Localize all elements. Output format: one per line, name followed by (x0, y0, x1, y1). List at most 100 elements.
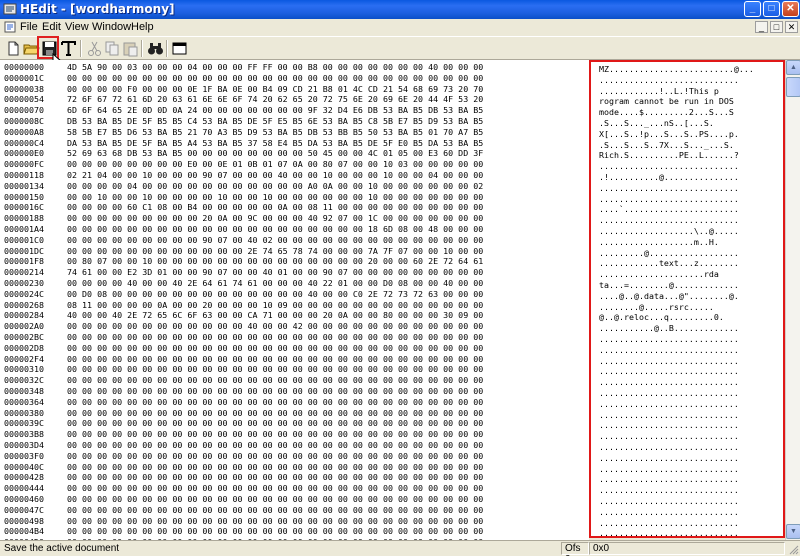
hex-bytes[interactable]: 00 00 00 00 00 00 00 00 00 90 07 00 40 0… (67, 235, 483, 246)
hex-bytes[interactable]: 00 00 00 00 00 00 00 00 00 00 00 00 00 0… (67, 440, 483, 451)
ascii-row[interactable]: ............................ (599, 366, 739, 377)
ascii-row[interactable]: ............................ (599, 399, 739, 410)
ascii-row[interactable]: ............................ (599, 485, 739, 496)
scroll-thumb[interactable] (786, 77, 800, 97)
hex-bytes[interactable]: 00 00 00 00 00 00 00 00 00 00 00 00 00 0… (67, 472, 483, 483)
hex-bytes[interactable]: 40 00 00 40 2E 72 65 6C 6F 63 00 00 CA 7… (67, 310, 483, 321)
ascii-row[interactable]: ....@..@.data...@"........@. (599, 291, 739, 302)
hex-bytes[interactable]: 00 00 00 00 00 00 00 00 00 00 00 00 00 0… (67, 73, 483, 84)
ascii-row[interactable]: ...................\..@..... (599, 226, 739, 237)
mdi-close-button[interactable]: ✕ (785, 21, 798, 33)
ascii-row[interactable]: ............................ (599, 464, 739, 475)
ascii-row[interactable]: ............................ (599, 442, 739, 453)
ascii-row[interactable]: .........@.................. (599, 248, 739, 259)
ascii-row[interactable]: ............................ (599, 388, 739, 399)
ascii-row[interactable]: ............!..L.!This p (599, 86, 719, 97)
hex-bytes[interactable]: DA 53 BA B5 DE 5F BA B5 A4 53 BA B5 37 5… (67, 138, 483, 149)
hex-bytes[interactable]: 4D 5A 90 00 03 00 00 00 04 00 00 00 FF F… (67, 62, 483, 73)
hex-bytes[interactable]: 00 00 00 00 00 00 00 00 00 00 00 00 00 0… (67, 408, 483, 419)
menu-edit[interactable]: Edit (42, 21, 61, 33)
ascii-row[interactable]: ta...=........@............. (599, 280, 739, 291)
ascii-row[interactable]: ............................ (599, 75, 739, 86)
ascii-row[interactable]: ............................ (599, 161, 739, 172)
hex-bytes[interactable]: 00 00 00 00 00 00 00 00 00 20 0A 00 9C 0… (67, 213, 483, 224)
ascii-row[interactable]: rogram cannot be run in DOS (599, 96, 739, 107)
document-icon[interactable] (4, 21, 16, 33)
ascii-row[interactable]: ............................ (599, 215, 739, 226)
hex-bytes[interactable]: 00 00 00 00 00 00 00 00 00 00 00 00 00 0… (67, 526, 483, 537)
hex-bytes[interactable]: 00 00 00 00 00 00 00 00 00 00 00 00 00 0… (67, 354, 483, 365)
ascii-row[interactable]: ............................ (599, 518, 739, 529)
ascii-row[interactable]: ............................ (599, 194, 739, 205)
ascii-row[interactable]: ...........@..B............. (599, 323, 739, 334)
hex-bytes[interactable]: 00 00 00 00 00 00 00 00 00 00 00 00 00 0… (67, 343, 483, 354)
ascii-row[interactable]: Rich.S..........PE..L......? (599, 150, 739, 161)
ascii-row[interactable]: ............................ (599, 496, 739, 507)
ascii-row[interactable]: ............................ (599, 474, 739, 485)
ascii-row[interactable]: ............................ (599, 453, 739, 464)
hex-bytes[interactable]: 00 00 00 00 00 00 00 00 00 00 00 00 2E 7… (67, 246, 483, 257)
copy-icon[interactable] (103, 39, 122, 58)
vertical-scrollbar[interactable]: ▲ ▼ (785, 60, 800, 540)
hex-view[interactable]: 00000000 4D 5A 90 00 03 00 00 00 04 00 00… (0, 60, 589, 540)
ascii-row[interactable]: .....................rda (599, 269, 719, 280)
hex-bytes[interactable]: 00 00 00 00 00 00 00 00 00 00 00 00 00 0… (67, 451, 483, 462)
ascii-row[interactable]: ............text...z........ (599, 258, 739, 269)
ascii-row[interactable]: mode....$.........2...S...S (599, 107, 734, 118)
hex-bytes[interactable]: 00 00 00 00 00 00 00 00 00 00 00 00 00 0… (67, 516, 483, 527)
hex-bytes[interactable]: 58 5B E7 B5 D6 53 BA B5 21 70 A3 B5 D9 5… (67, 127, 483, 138)
hex-bytes[interactable]: 08 11 00 00 00 00 0A 00 00 20 00 00 00 1… (67, 300, 483, 311)
cut-icon[interactable] (85, 39, 104, 58)
ascii-row[interactable]: @..@.reloc...q.........0. (599, 312, 724, 323)
ascii-row[interactable]: ........@.....rsrc..... (599, 302, 714, 313)
hex-bytes[interactable]: 00 00 00 00 F0 00 00 00 0E 1F BA 0E 00 B… (67, 84, 483, 95)
scroll-up-icon[interactable]: ▲ (786, 60, 800, 75)
ascii-row[interactable]: ............................ (599, 431, 739, 442)
hex-bytes[interactable]: 00 00 00 00 00 00 00 00 00 00 00 00 00 0… (67, 418, 483, 429)
ascii-row[interactable]: ...................m..H. (599, 237, 719, 248)
ascii-row[interactable]: .S...S..._...nS..[...S. (599, 118, 714, 129)
ascii-row[interactable]: MZ.........................@... (599, 64, 754, 75)
maximize-button[interactable]: □ (763, 1, 780, 17)
hex-bytes[interactable]: 00 00 00 00 00 00 00 00 E0 00 0E 01 0B 0… (67, 159, 483, 170)
hex-bytes[interactable]: 00 00 00 00 60 C1 08 00 B4 00 00 00 00 0… (67, 202, 483, 213)
scroll-down-icon[interactable]: ▼ (786, 524, 800, 539)
ascii-view[interactable]: MZ.........................@............… (589, 60, 785, 538)
hex-bytes[interactable]: 00 00 00 00 00 00 00 00 00 00 00 00 00 0… (67, 364, 483, 375)
resize-grip-icon[interactable] (788, 544, 799, 555)
ascii-row[interactable]: ............................ (599, 377, 739, 388)
ascii-row[interactable]: ............................ (599, 334, 739, 345)
hex-bytes[interactable]: 00 00 00 00 00 00 00 00 00 00 00 00 00 0… (67, 332, 483, 343)
hex-bytes[interactable]: 00 00 00 00 00 00 00 00 00 00 00 00 00 0… (67, 505, 483, 516)
ascii-row[interactable]: ............................ (599, 420, 739, 431)
ascii-row[interactable]: .S...S...S..7X...S..._...S. (599, 140, 734, 151)
hex-bytes[interactable]: 74 61 00 00 E2 3D 01 00 00 90 07 00 00 4… (67, 267, 483, 278)
mdi-restore-button[interactable]: □ (770, 21, 783, 33)
ascii-row[interactable]: ............................ (599, 410, 739, 421)
hex-bytes[interactable]: 00 00 10 00 00 10 00 00 00 00 10 00 00 1… (67, 192, 483, 203)
hex-bytes[interactable]: 00 00 00 00 00 00 00 00 00 00 00 00 00 0… (67, 429, 483, 440)
ascii-row[interactable]: ............................ (599, 356, 739, 367)
hex-bytes[interactable]: 00 00 00 00 04 00 00 00 00 00 00 00 00 0… (67, 181, 483, 192)
new-document-icon[interactable] (4, 39, 23, 58)
hex-bytes[interactable]: DB 53 BA B5 DE 5F B5 B5 C4 53 BA B5 DE 5… (67, 116, 483, 127)
hex-bytes[interactable]: 00 00 00 00 40 00 00 40 2E 64 61 74 61 0… (67, 278, 483, 289)
hex-bytes[interactable]: 00 80 07 00 00 10 00 00 00 00 00 00 00 0… (67, 256, 483, 267)
ascii-row[interactable]: ............................ (599, 507, 739, 518)
hex-bytes[interactable]: 72 6F 67 72 61 6D 20 63 61 6E 6E 6F 74 2… (67, 94, 483, 105)
ascii-row[interactable]: ............................ (599, 528, 739, 536)
window-icon[interactable] (170, 39, 189, 58)
ascii-row[interactable]: ............................ (599, 345, 739, 356)
minimize-button[interactable]: _ (744, 1, 761, 17)
close-button[interactable]: ✕ (782, 1, 799, 17)
hex-bytes[interactable]: 6D 6F 64 65 2E 0D 0D 0A 24 00 00 00 00 0… (67, 105, 483, 116)
hex-bytes[interactable]: 02 21 04 00 00 10 00 00 00 90 07 00 00 0… (67, 170, 483, 181)
hex-bytes[interactable]: 00 00 00 00 00 00 00 00 00 00 00 00 00 0… (67, 386, 483, 397)
hex-bytes[interactable]: 00 00 00 00 00 00 00 00 00 00 00 00 00 0… (67, 397, 483, 408)
hex-bytes[interactable]: 00 00 00 00 00 00 00 00 00 00 00 00 00 0… (67, 483, 483, 494)
hex-bytes[interactable]: 00 00 00 00 00 00 00 00 00 00 00 00 00 0… (67, 224, 483, 235)
menu-view[interactable]: View (65, 21, 89, 33)
hex-bytes[interactable]: 00 00 00 00 00 00 00 00 00 00 00 00 00 0… (67, 494, 483, 505)
mdi-minimize-button[interactable]: _ (755, 21, 768, 33)
hex-bytes[interactable]: 00 00 00 00 00 00 00 00 00 00 00 00 00 0… (67, 462, 483, 473)
